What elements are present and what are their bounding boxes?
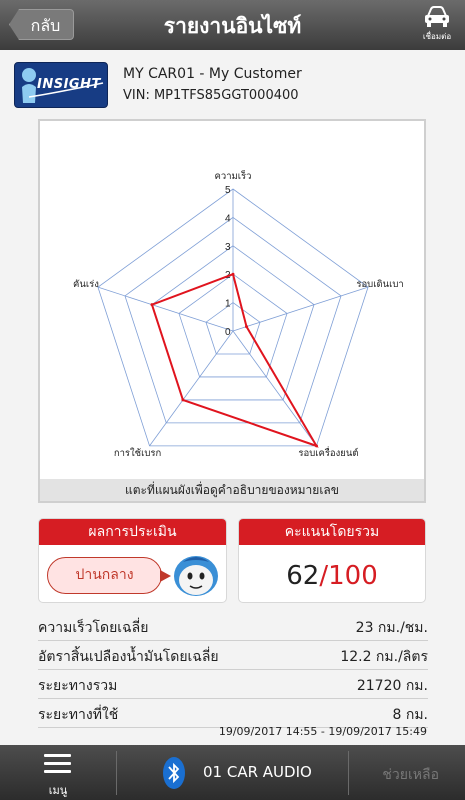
evaluation-result: ปานกลาง: [47, 557, 171, 594]
stat-value: 23 กม./ชม.: [355, 620, 428, 636]
date-range: 19/09/2017 14:55 - 19/09/2017 15:49: [218, 725, 427, 738]
radar-scale-label: 1: [225, 299, 231, 310]
stat-row-avg-speed: ความเร็วโดยเฉลี่ย 23 กม./ชม.: [38, 612, 428, 641]
radar-axis-label: รอบเดินเบา: [356, 279, 403, 290]
score-value: 62: [286, 561, 320, 591]
radar-spoke: [97, 286, 234, 332]
menu-button[interactable]: เมนู: [0, 745, 116, 800]
logo-text: INSIGHT: [37, 77, 101, 92]
connect-label: เชื่อมต่อ: [422, 32, 452, 41]
radar-spoke: [232, 330, 317, 447]
radar-scale-label: 5: [225, 185, 231, 196]
score-max: /100: [319, 561, 378, 591]
radar-spoke: [232, 286, 369, 332]
stat-label: ระยะทางรวม: [38, 678, 118, 694]
mascot-icon: [174, 556, 218, 596]
radar-chart-svg: 012345ความเร็วรอบเดินเบารอบเครื่องยนต์กา…: [73, 169, 404, 459]
back-label: กลับ: [30, 16, 61, 35]
bluetooth-icon: [163, 757, 185, 789]
radar-point: [150, 303, 154, 307]
chart-caption: แตะที่แผนผังเพื่อดูคำอธิบายของหมายเลข: [40, 479, 424, 501]
radar-axis-label: การใช้เบรก: [114, 447, 162, 459]
top-bar: กลับ รายงานอินไซท์ เชื่อมต่อ: [0, 0, 465, 50]
stat-label: อัตราสิ้นเปลืองน้ำมันโดยเฉลี่ย: [38, 649, 219, 665]
radar-point: [245, 325, 249, 329]
device-name[interactable]: 01 CAR AUDIO: [203, 763, 312, 781]
back-button[interactable]: กลับ: [9, 9, 74, 40]
connect-button[interactable]: เชื่อมต่อ: [417, 6, 457, 43]
radar-spoke: [149, 330, 234, 447]
radar-scale-label: 0: [225, 327, 231, 338]
radar-point: [231, 272, 235, 276]
help-button[interactable]: ช่วยเหลือ: [382, 764, 439, 786]
stat-value: 12.2 กม./ลิตร: [340, 649, 428, 665]
menu-label: เมนู: [48, 784, 68, 797]
evaluation-card: ผลการประเมิน ปานกลาง: [38, 518, 227, 603]
stat-row-trip-distance: ระยะทางที่ใช้ 8 กม.: [38, 699, 428, 728]
radar-point: [181, 398, 185, 402]
total-score-card: คะแนนโดยรวม 62/100: [238, 518, 426, 603]
divider: [116, 751, 117, 795]
stat-row-fuel: อัตราสิ้นเปลืองน้ำมันโดยเฉลี่ย 12.2 กม./…: [38, 641, 428, 670]
total-score-title: คะแนนโดยรวม: [239, 519, 425, 545]
page-title: รายงานอินไซท์: [163, 14, 302, 38]
stat-value: 8 กม.: [392, 707, 428, 723]
stat-value: 21720 กม.: [356, 678, 428, 694]
stat-row-total-distance: ระยะทางรวม 21720 กม.: [38, 670, 428, 699]
stats-list: ความเร็วโดยเฉลี่ย 23 กม./ชม. อัตราสิ้นเป…: [38, 612, 428, 728]
car-name: MY CAR01 - My Customer: [123, 66, 302, 82]
insight-logo: INSIGHT: [14, 62, 108, 108]
radar-axis-label: คันเร่ง: [73, 279, 99, 290]
radar-chart[interactable]: 0 1 2 3 4 5 ความเร็ว รอบเดินเบา รอบเครื่องยนต์ กา…: [38, 119, 426, 503]
radar-axis-label: ความเร็ว: [215, 169, 252, 182]
radar-series-line: [150, 272, 319, 448]
stat-label: ความเร็วโดยเฉลี่ย: [38, 620, 149, 636]
radar-scale-label: 3: [225, 242, 231, 253]
radar-scale-label: 4: [225, 213, 231, 224]
stat-label: ระยะทางที่ใช้: [38, 707, 119, 723]
menu-icon: [44, 754, 71, 778]
divider: [348, 751, 349, 795]
car-icon: [425, 6, 449, 27]
radar-axis-label: รอบเครื่องยนต์: [298, 446, 358, 459]
bottom-bar: เมนู 01 CAR AUDIO ช่วยเหลือ: [0, 745, 465, 800]
evaluation-title: ผลการประเมิน: [39, 519, 226, 545]
vin: VIN: MP1TFS85GGT000400: [123, 88, 299, 103]
total-score: 62/100: [239, 561, 425, 591]
